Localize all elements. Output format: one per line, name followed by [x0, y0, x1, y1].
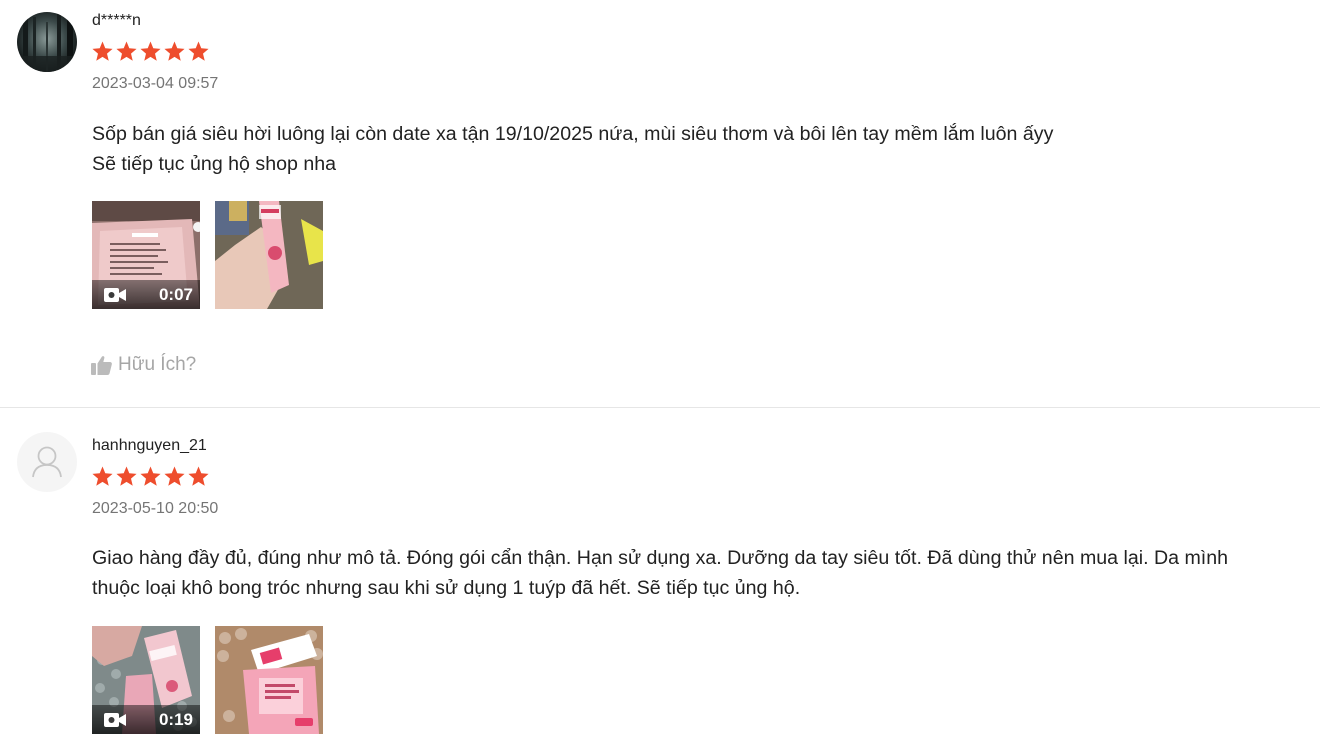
star-icon [116, 41, 137, 61]
helpful-button[interactable]: Hữu Ích? [91, 354, 196, 376]
thumbs-up-icon [91, 356, 112, 375]
review-item: d*****n 2023-03-04 09:57 Sốp bán giá siê… [0, 0, 1320, 408]
helpful-label: Hữu Ích? [118, 354, 197, 375]
product-package-photo [215, 626, 323, 734]
star-rating [91, 40, 210, 64]
star-icon [188, 466, 209, 486]
avatar[interactable] [17, 12, 77, 72]
avatar[interactable] [17, 432, 77, 492]
star-icon [164, 466, 185, 486]
review-date: 2023-03-04 09:57 [92, 75, 219, 92]
video-thumbnail[interactable]: 0:07 [92, 201, 200, 309]
image-thumbnail[interactable] [215, 626, 323, 734]
star-rating [91, 465, 210, 489]
review-text-line: Sốp bán giá siêu hời luông lại còn date … [92, 123, 1054, 145]
video-thumbnail[interactable]: 0:19 [92, 626, 200, 734]
review-text-line: Sẽ tiếp tục ủng hộ shop nha [92, 153, 337, 175]
review-media: 0:19 [92, 626, 323, 734]
forest-avatar-icon [17, 12, 77, 72]
username: d*****n [92, 12, 141, 29]
star-icon [116, 466, 137, 486]
review-media: 0:07 [92, 201, 323, 309]
review-content: Giao hàng đầy đủ, đúng như mô tả. Đóng g… [92, 543, 1317, 603]
review-date: 2023-05-10 20:50 [92, 500, 219, 517]
review-text-line: thuộc loại khô bong tróc nhưng sau khi s… [92, 577, 801, 599]
star-icon [188, 41, 209, 61]
video-duration: 0:07 [158, 284, 193, 304]
review-item: hanhnguyen_21 2023-05-10 20:50 Giao hàng… [0, 408, 1320, 739]
video-duration: 0:19 [158, 709, 193, 729]
image-thumbnail[interactable] [215, 201, 323, 309]
default-user-icon [17, 432, 77, 492]
hand-cream-photo [215, 201, 323, 309]
video-overlay: 0:07 [92, 280, 200, 309]
star-icon [140, 41, 161, 61]
video-camera-icon [104, 287, 126, 302]
review-content: Sốp bán giá siêu hời luông lại còn date … [92, 119, 1317, 179]
review-text-line: Giao hàng đầy đủ, đúng như mô tả. Đóng g… [92, 547, 1229, 569]
star-icon [92, 41, 113, 61]
star-icon [164, 41, 185, 61]
video-overlay: 0:19 [92, 705, 200, 734]
star-icon [140, 466, 161, 486]
username: hanhnguyen_21 [92, 437, 207, 454]
video-camera-icon [104, 712, 126, 727]
star-icon [92, 466, 113, 486]
